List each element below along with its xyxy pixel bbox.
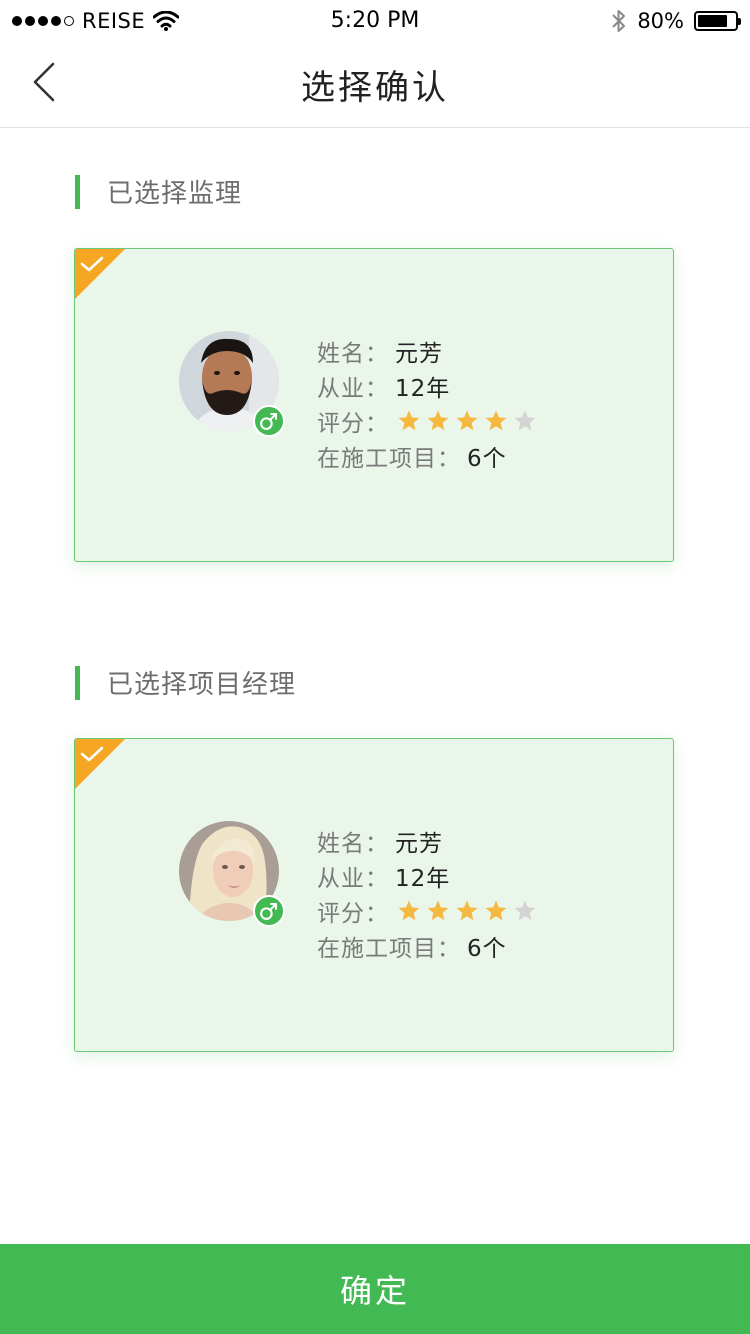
male-icon [253,405,285,437]
person-info: 姓名： 元芳 从业： 12年 评分： 在施工项目： 6个 [317,823,537,963]
experience-row: 从业： 12年 [317,368,537,403]
projects-row: 在施工项目： 6个 [317,928,537,963]
name-label: 姓名： [317,340,389,367]
experience-label: 从业： [317,865,389,892]
selected-project-manager-card[interactable]: 姓名： 元芳 从业： 12年 评分： 在施工项目： 6个 [74,738,674,1052]
experience-value: 12年 [395,375,451,402]
star-filled-icon [398,900,420,920]
section-accent-bar [75,174,80,209]
rating-stars [397,899,537,923]
experience-row: 从业： 12年 [317,858,537,893]
rating-label: 评分： [317,900,389,927]
rating-label: 评分： [317,410,389,437]
star-filled-icon [398,410,420,430]
experience-value: 12年 [395,865,451,892]
projects-value: 6个 [467,935,507,962]
confirm-button[interactable]: 确定 [0,1244,750,1334]
projects-value: 6个 [467,445,507,472]
person-info: 姓名： 元芳 从业： 12年 评分： 在施工项目： 6个 [317,333,537,473]
nav-bar: 选择确认 [0,44,750,128]
name-value: 元芳 [395,340,443,367]
section-title: 已选择项目经理 [107,670,297,700]
projects-label: 在施工项目： [317,935,461,962]
name-value: 元芳 [395,830,443,857]
battery-icon [694,11,741,31]
status-right: 80% [611,8,741,34]
star-filled-icon [485,900,507,920]
name-row: 姓名： 元芳 [317,333,537,368]
battery-fill [698,15,727,27]
status-bar: REISE 5:20 PM 80% [0,0,750,44]
section-accent-bar [75,665,80,700]
page-title: 选择确认 [301,68,449,108]
star-filled-icon [427,900,449,920]
experience-label: 从业： [317,375,389,402]
section-title: 已选择监理 [107,179,243,209]
projects-row: 在施工项目： 6个 [317,438,537,473]
name-row: 姓名： 元芳 [317,823,537,858]
selected-check-badge [75,249,125,299]
name-label: 姓名： [317,830,389,857]
rating-row: 评分： [317,403,537,438]
battery-percent: 80% [637,9,684,33]
rating-row: 评分： [317,893,537,928]
rating-stars [397,409,537,433]
star-empty-icon [514,900,536,920]
projects-label: 在施工项目： [317,445,461,472]
selected-supervisor-card[interactable]: 姓名： 元芳 从业： 12年 评分： 在施工项目： 6个 [74,248,674,562]
star-filled-icon [485,410,507,430]
section-header-project-manager: 已选择项目经理 [75,664,296,701]
star-empty-icon [514,410,536,430]
avatar-container [179,821,285,927]
section-header-supervisor: 已选择监理 [75,173,242,210]
bluetooth-icon [612,10,626,32]
star-filled-icon [456,410,478,430]
male-icon [253,895,285,927]
avatar-container [179,331,285,437]
star-filled-icon [456,900,478,920]
star-filled-icon [427,410,449,430]
selected-check-badge [75,739,125,789]
